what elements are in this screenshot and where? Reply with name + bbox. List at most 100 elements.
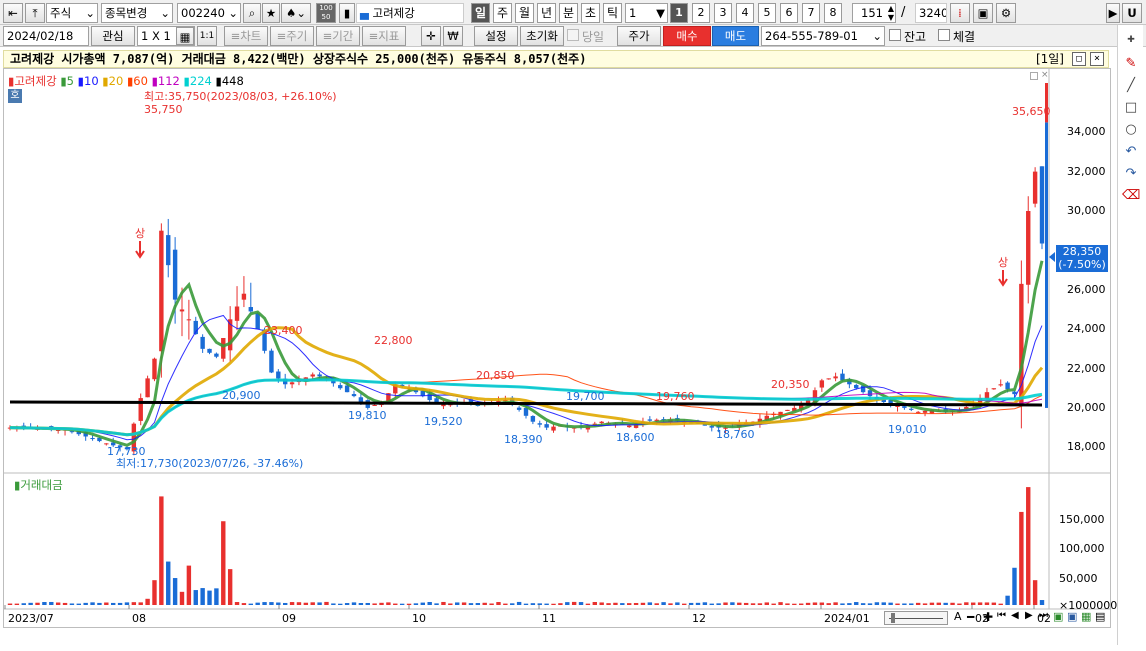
period-menu[interactable]: ≡기간 (316, 26, 360, 46)
balance-checkbox[interactable] (889, 29, 901, 41)
zoom-out-icon[interactable]: ━ (967, 610, 974, 624)
price-chart[interactable]: 35,750 23,400 22,800 20,850 20,900 19,810 19,5… (4, 69, 1110, 629)
line-icon[interactable]: ╱ (1122, 77, 1140, 95)
interval-select[interactable]: 1 ▼ (625, 3, 668, 23)
chart-slot-1[interactable]: 1 (670, 3, 688, 23)
grid-icon[interactable]: ▦ (176, 27, 194, 45)
eraser-icon[interactable]: ⌫ (1122, 187, 1140, 205)
search-icon[interactable]: ⌕ (243, 3, 261, 23)
high-annotation: 최고:35,750(2023/08/03, +26.10%) (144, 90, 337, 103)
cycle-menu[interactable]: ≡주기 (270, 26, 314, 46)
price-tick: 34,000 (1067, 125, 1106, 139)
zoom-slider[interactable] (884, 611, 948, 625)
spade-icon[interactable]: ♠⌄ (281, 3, 311, 23)
indicator-menu[interactable]: ≡지표 (362, 26, 406, 46)
layout-icon[interactable]: ▤ (1095, 610, 1105, 623)
candle-body (310, 374, 315, 377)
settings-button[interactable]: 설정 (474, 26, 518, 46)
volume-bar (737, 602, 742, 605)
volume-bar (262, 602, 267, 605)
candle-body (241, 293, 247, 300)
grid-toggle-icon[interactable]: ▦ (1081, 610, 1091, 623)
first-icon[interactable]: ⏮ (997, 610, 1006, 621)
bookmark-icon[interactable]: ▮ (339, 3, 355, 23)
chart-panel[interactable]: ▮고려제강 ▮5 ▮10 ▮20 ▮60 ▮112 ▮224 ▮448 호 × … (3, 68, 1117, 629)
volume-bar (234, 602, 240, 605)
volume-bar (826, 603, 831, 605)
buy-button[interactable]: 매수 (663, 26, 711, 46)
volume-bar (7, 603, 13, 605)
chart-slot-8[interactable]: 8 (824, 3, 842, 23)
volume-bar (441, 601, 446, 605)
date-input[interactable]: 2024/02/18 (3, 26, 89, 46)
star-icon[interactable]: ★ (262, 3, 280, 23)
period-year[interactable]: 년 (537, 3, 556, 23)
rect-icon[interactable]: □ (1122, 99, 1140, 117)
volume-bar (200, 588, 205, 605)
count-spinner[interactable]: 151 ▲ ▼ (852, 3, 896, 23)
period-minute[interactable]: 분 (559, 3, 578, 23)
period-second[interactable]: 초 (581, 3, 600, 23)
volume-bar (365, 602, 370, 605)
period-tick[interactable]: 틱 (603, 3, 622, 23)
account-select[interactable]: 264-555-789-01 ⌄ (761, 26, 885, 46)
chart-slot-2[interactable]: 2 (692, 3, 710, 23)
chart-menu[interactable]: ≡차트 (224, 26, 268, 46)
zoom-in-icon[interactable]: ✚ (983, 610, 993, 624)
prev-data-icon[interactable]: ⁞ (950, 3, 970, 23)
stock-summary: 고려제강 시가총액 7,087(억) 거래대금 8,422(백만) 상장주식수 … (10, 52, 587, 66)
candle-body (152, 358, 157, 380)
last-icon[interactable]: ⏭ (1039, 610, 1048, 621)
save-icon[interactable]: ▣ (973, 3, 993, 23)
watch-button[interactable]: 관심 (91, 26, 135, 46)
top-icon[interactable]: ⤒ (25, 3, 45, 23)
won-icon[interactable]: ₩ (443, 26, 463, 46)
fill-checkbox[interactable] (938, 29, 950, 41)
today-checkbox[interactable] (567, 29, 579, 41)
maximize-icon[interactable]: □ (1072, 52, 1086, 66)
period-week[interactable]: 주 (493, 3, 512, 23)
zoom-text-a[interactable]: A (954, 610, 962, 623)
u-button[interactable]: U (1122, 3, 1142, 23)
ratio-button[interactable]: 1:1 (197, 26, 217, 46)
reset-button[interactable]: 초기화 (520, 26, 564, 46)
search-mode-select[interactable]: 종목변경 ⌄ (101, 3, 173, 23)
prev-icon[interactable]: ◀ (1011, 610, 1019, 621)
tool-icon[interactable]: ✚ (1122, 31, 1140, 49)
candle-body (276, 371, 281, 379)
save-chart-icon[interactable]: ▣ (1067, 610, 1077, 623)
chart-slot-6[interactable]: 6 (780, 3, 798, 23)
stock-code-input[interactable]: 002240 ⌄ (177, 3, 241, 23)
candle-body (269, 350, 274, 373)
period-month[interactable]: 월 (515, 3, 534, 23)
chart-slot-4[interactable]: 4 (736, 3, 754, 23)
time-tick: 09 (282, 612, 296, 625)
gear-icon[interactable]: ⚙ (996, 3, 1016, 23)
volume-bar (159, 496, 164, 605)
next-icon[interactable]: ▶ (1025, 610, 1033, 621)
pin-icon[interactable]: ⇤ (3, 3, 23, 23)
volume-bar (812, 602, 818, 605)
market-select[interactable]: 주식 ⌄ (46, 3, 98, 23)
volume-bar (647, 602, 653, 605)
close-icon[interactable]: × (1090, 52, 1104, 66)
chart-slot-7[interactable]: 7 (802, 3, 820, 23)
volume-bar (14, 603, 20, 605)
volume-bar (874, 602, 880, 605)
crosshair-icon[interactable]: ✛ (421, 26, 441, 46)
expand-icon[interactable]: ▶ (1106, 3, 1120, 23)
circle-icon[interactable]: ○ (1122, 121, 1140, 139)
undo-icon[interactable]: ↶ (1122, 143, 1140, 161)
lot-size-button[interactable]: 100 50 (316, 3, 336, 23)
redo-icon[interactable]: ↷ (1122, 165, 1140, 183)
price-annotation: 22,800 (374, 334, 413, 347)
chart-slot-5[interactable]: 5 (758, 3, 776, 23)
sell-button[interactable]: 매도 (712, 26, 759, 46)
period-day[interactable]: 일 (471, 3, 490, 23)
pencil-icon[interactable]: ✎ (1122, 55, 1140, 73)
excel-icon[interactable]: ▣ (1053, 610, 1063, 623)
time-tick: 12 (692, 612, 706, 625)
chart-slot-3[interactable]: 3 (714, 3, 732, 23)
volume-bar (805, 602, 811, 605)
price-button[interactable]: 주가 (617, 26, 661, 46)
